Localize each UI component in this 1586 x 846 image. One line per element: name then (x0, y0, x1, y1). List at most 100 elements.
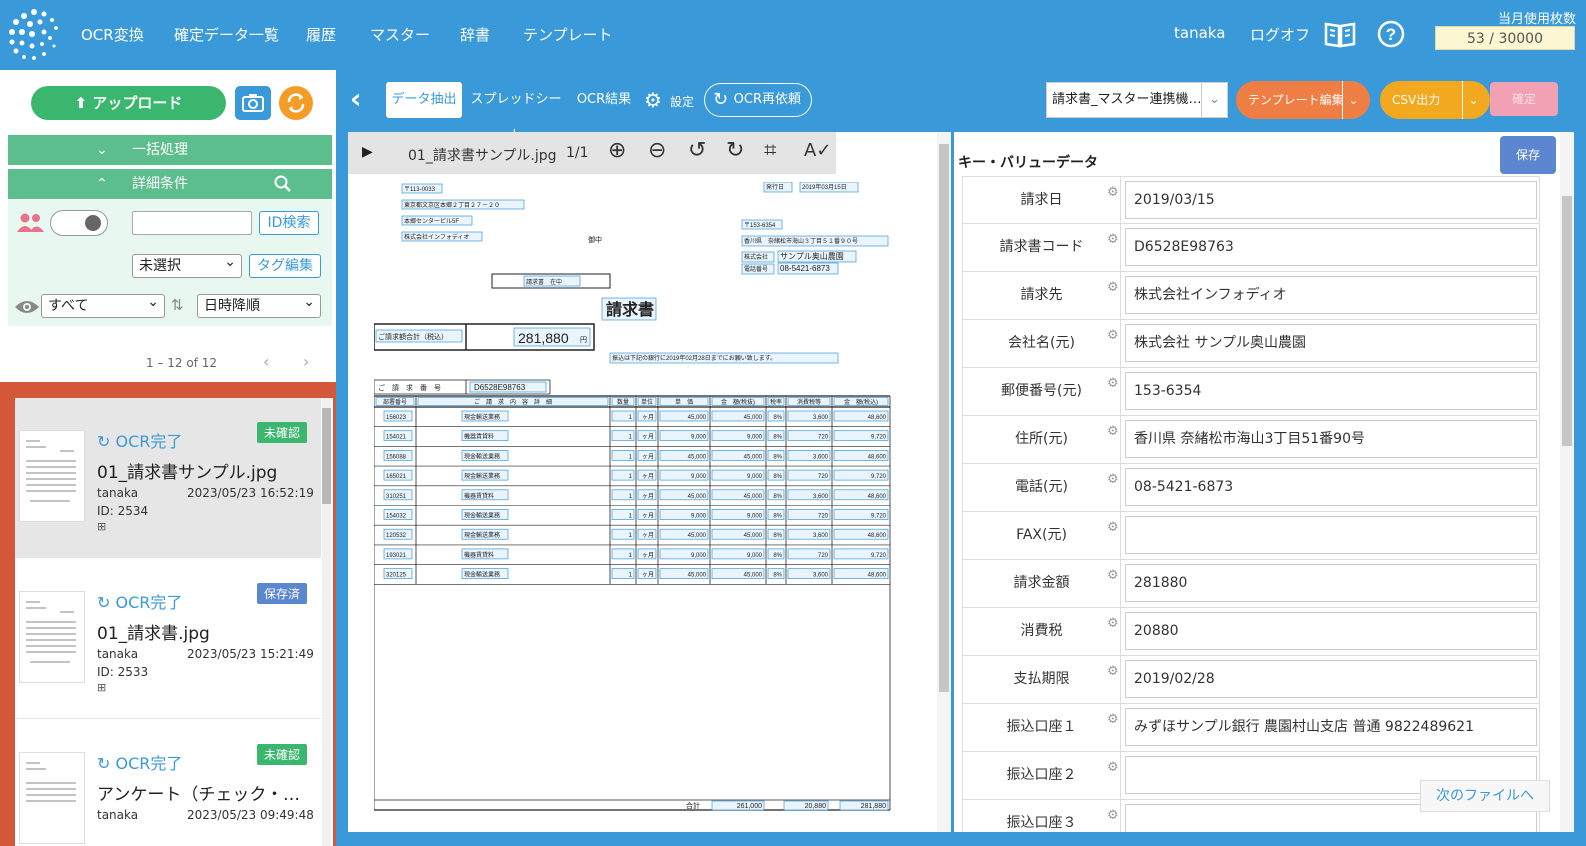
doc-text: 本郷センタービル5F (404, 217, 459, 225)
tab-spreadsheet[interactable]: スプレッドシート (466, 82, 566, 143)
nav-ocr[interactable]: OCR変換 (81, 24, 144, 45)
kv-label: 消費税 (963, 608, 1121, 655)
re-ocr-button[interactable]: ↻ OCR再依頼 (704, 83, 812, 117)
kv-value-input[interactable]: 281880 (1125, 564, 1537, 602)
help-icon[interactable]: ? (1377, 20, 1405, 48)
manual-book-icon[interactable] (1324, 20, 1356, 48)
kv-value-input[interactable]: 株式会社インフォディオ (1125, 276, 1537, 314)
expand-plus-icon[interactable]: ⊞ (97, 520, 106, 533)
prev-page-icon[interactable]: ‹ (263, 352, 269, 371)
save-button[interactable]: 保存 (1500, 136, 1556, 174)
file-list-scroll[interactable]: ↻ OCR完了 未確認 01_請求書サンプル.jpg tanaka 2023/0… (15, 398, 333, 846)
file-card-2[interactable]: ↻ OCR完了 保存済 01_請求書.jpg tanaka 2023/05/23… (15, 559, 321, 719)
table-header: 税率 (770, 398, 782, 406)
file-user: tanaka (97, 486, 139, 500)
template-edit-button[interactable]: テンプレート編集 ⌄ (1236, 81, 1370, 119)
rotate-right-icon[interactable]: ↻ (726, 138, 744, 163)
sum-value: 261,000 (737, 803, 762, 810)
next-page-icon[interactable]: › (303, 352, 309, 371)
zoom-out-icon[interactable]: ⊖ (648, 138, 666, 163)
kv-value-input[interactable]: 08-5421-6873 (1125, 468, 1537, 506)
upload-button[interactable]: ⬆ アップロード (31, 86, 226, 120)
kv-value-input[interactable] (1125, 516, 1537, 554)
user-filter-toggle[interactable] (50, 210, 108, 236)
thumbnail-image (26, 440, 76, 502)
bulk-process-toggle[interactable]: ⌄ 一括処理 (8, 135, 332, 165)
table-cell: 48,600 (868, 573, 887, 579)
gear-icon[interactable]: ⚙ (1107, 424, 1119, 439)
table-cell: 45,000 (744, 494, 763, 500)
kv-scrollbar[interactable] (1560, 132, 1574, 832)
gear-icon[interactable]: ⚙ (1107, 616, 1119, 631)
gear-icon[interactable]: ⚙ (1107, 520, 1119, 535)
invoice-document[interactable]: 〒113-0033 東京都文京区本郷２丁目２７－２０ 本郷センタービル5F 株式会社イ… (374, 182, 914, 822)
next-file-button[interactable]: 次のファイルへ (1420, 780, 1550, 812)
rotate-left-icon[interactable]: ↺ (688, 138, 706, 163)
scrollbar-thumb[interactable] (939, 144, 949, 692)
nav-dictionary[interactable]: 辞書 (460, 24, 490, 45)
settings-icon[interactable]: ⚙ (644, 88, 662, 112)
viewer-scrollbar[interactable] (937, 132, 951, 832)
camera-button[interactable] (235, 86, 271, 120)
sort-select[interactable]: 日時降順 (197, 291, 321, 318)
file-list: ↻ OCR完了 未確認 01_請求書サンプル.jpg tanaka 2023/0… (0, 382, 348, 846)
file-card-3[interactable]: ↻ OCR完了 未確認 アンケート（チェック・… tanaka 2023/05/… (15, 720, 321, 846)
back-chevron-icon[interactable]: ‹ (350, 82, 362, 115)
sort-icon[interactable]: ⇅ (171, 296, 184, 314)
confirm-button[interactable]: 確定 (1490, 82, 1558, 116)
scrollbar-thumb[interactable] (1562, 196, 1572, 446)
file-card-1[interactable]: ↻ OCR完了 未確認 01_請求書サンプル.jpg tanaka 2023/0… (15, 398, 321, 558)
gear-icon[interactable]: ⚙ (1107, 376, 1119, 391)
table-cell: ヶ月 (642, 414, 654, 421)
gear-icon[interactable]: ⚙ (1107, 760, 1119, 775)
gear-icon[interactable]: ⚙ (1107, 568, 1119, 583)
settings-label[interactable]: 設定 (670, 93, 694, 110)
detail-conditions-toggle[interactable]: ⌃ 詳細条件 (8, 169, 332, 199)
nav-confirmed-list[interactable]: 確定データ一覧 (174, 24, 279, 45)
doc-text: 請求書 (606, 300, 654, 319)
tab-data-extract[interactable]: データ抽出 (386, 82, 462, 118)
gear-icon[interactable]: ⚙ (1107, 712, 1119, 727)
visibility-select[interactable]: すべて (41, 291, 165, 318)
table-cell: 3,600 (813, 454, 829, 460)
csv-output-button[interactable]: CSV出力 ⌄ (1380, 81, 1490, 119)
tag-select[interactable]: 未選択 (132, 251, 242, 278)
nav-history[interactable]: 履歴 (306, 24, 336, 45)
file-list-scrollbar[interactable] (322, 398, 331, 846)
zoom-in-icon[interactable]: ⊕ (608, 138, 626, 163)
nav-template[interactable]: テンプレート (523, 24, 613, 45)
gear-icon[interactable]: ⚙ (1107, 472, 1119, 487)
gear-icon[interactable]: ⚙ (1107, 808, 1119, 823)
gear-icon[interactable]: ⚙ (1107, 328, 1119, 343)
kv-value-input[interactable]: 20880 (1125, 612, 1537, 650)
id-search-input[interactable] (132, 211, 252, 235)
scrollbar-thumb[interactable] (322, 408, 331, 504)
kv-value-input[interactable]: 153-6354 (1125, 372, 1537, 410)
kv-value-input[interactable]: 2019/02/28 (1125, 660, 1537, 698)
play-icon[interactable]: ▶ (362, 144, 373, 160)
table-cell: 48,600 (868, 494, 887, 500)
app-logo[interactable] (4, 6, 64, 64)
logoff-link[interactable]: ログオフ (1250, 24, 1310, 45)
tag-edit-button[interactable]: タグ編集 (249, 254, 321, 278)
spellcheck-icon[interactable]: A✓ (804, 140, 831, 161)
table-header: 単位 (641, 398, 653, 406)
refresh-button[interactable] (279, 86, 313, 120)
kv-value-input[interactable]: D6528E98763 (1125, 228, 1537, 266)
kv-value-input[interactable]: 香川県 奈緒松市海山3丁目51番90号 (1125, 420, 1537, 458)
gear-icon[interactable]: ⚙ (1107, 185, 1119, 200)
gear-icon[interactable]: ⚙ (1107, 280, 1119, 295)
expand-plus-icon[interactable]: ⊞ (97, 681, 106, 694)
gear-icon[interactable]: ⚙ (1107, 232, 1119, 247)
gear-icon[interactable]: ⚙ (1107, 664, 1119, 679)
search-icon[interactable] (274, 175, 292, 193)
crop-icon[interactable]: ⌗ (764, 138, 776, 163)
tab-ocr-result[interactable]: OCR結果 (574, 82, 634, 118)
kv-value-input[interactable]: みずほサンプル銀行 農園村山支店 普通 9822489621 (1125, 708, 1537, 746)
table-header: 単 価 (675, 398, 693, 406)
template-select[interactable]: 請求書_マスター連携機… ⌄ (1046, 82, 1228, 118)
kv-value-input[interactable]: 2019/03/15 (1125, 181, 1537, 219)
id-search-button[interactable]: ID検索 (259, 211, 319, 235)
nav-master[interactable]: マスター (370, 24, 430, 45)
kv-value-input[interactable]: 株式会社 サンプル奥山農園 (1125, 324, 1537, 362)
